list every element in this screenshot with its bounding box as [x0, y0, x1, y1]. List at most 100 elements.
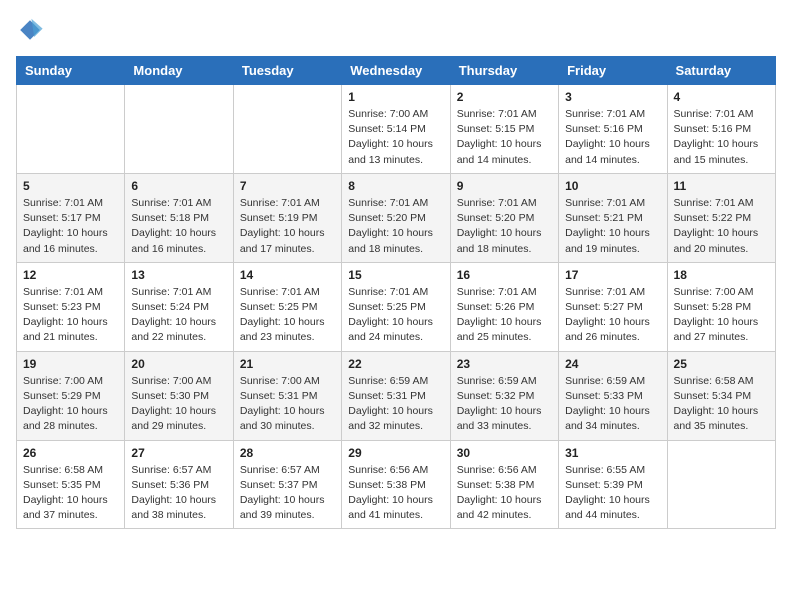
day-info: Sunrise: 6:59 AM Sunset: 5:33 PM Dayligh… — [565, 374, 660, 435]
calendar-cell: 28 Sunrise: 6:57 AM Sunset: 5:37 PM Dayli… — [233, 440, 341, 529]
calendar-cell: 22 Sunrise: 6:59 AM Sunset: 5:31 PM Dayli… — [342, 351, 450, 440]
day-info: Sunrise: 6:59 AM Sunset: 5:31 PM Dayligh… — [348, 374, 443, 435]
day-number: 23 — [457, 357, 552, 371]
day-number: 24 — [565, 357, 660, 371]
calendar-cell: 8 Sunrise: 7:01 AM Sunset: 5:20 PM Daylig… — [342, 173, 450, 262]
day-info: Sunrise: 7:01 AM Sunset: 5:23 PM Dayligh… — [23, 285, 118, 346]
calendar-cell: 24 Sunrise: 6:59 AM Sunset: 5:33 PM Dayli… — [559, 351, 667, 440]
calendar-week-row: 19Sunrise: 7:00 AM Sunset: 5:29 PM Dayli… — [17, 351, 776, 440]
day-info: Sunrise: 7:01 AM Sunset: 5:18 PM Dayligh… — [131, 196, 226, 257]
day-number: 27 — [131, 446, 226, 460]
calendar-week-row: 1 Sunrise: 7:00 AM Sunset: 5:14 PM Daylig… — [17, 85, 776, 174]
calendar-cell: 18 Sunrise: 7:00 AM Sunset: 5:28 PM Dayli… — [667, 262, 775, 351]
day-info: Sunrise: 7:01 AM Sunset: 5:19 PM Dayligh… — [240, 196, 335, 257]
day-number: 4 — [674, 90, 769, 104]
calendar-cell: 11 Sunrise: 7:01 AM Sunset: 5:22 PM Dayli… — [667, 173, 775, 262]
day-info: Sunrise: 7:01 AM Sunset: 5:25 PM Dayligh… — [348, 285, 443, 346]
day-number: 1 — [348, 90, 443, 104]
calendar-header-cell: Thursday — [450, 57, 558, 85]
day-info: Sunrise: 7:01 AM Sunset: 5:20 PM Dayligh… — [457, 196, 552, 257]
calendar-cell: 1 Sunrise: 7:00 AM Sunset: 5:14 PM Daylig… — [342, 85, 450, 174]
day-info: Sunrise: 7:00 AM Sunset: 5:29 PM Dayligh… — [23, 374, 118, 435]
day-info: Sunrise: 7:01 AM Sunset: 5:16 PM Dayligh… — [565, 107, 660, 168]
calendar-cell: 4 Sunrise: 7:01 AM Sunset: 5:16 PM Daylig… — [667, 85, 775, 174]
calendar-cell: 20 Sunrise: 7:00 AM Sunset: 5:30 PM Dayli… — [125, 351, 233, 440]
day-info: Sunrise: 6:56 AM Sunset: 5:38 PM Dayligh… — [457, 463, 552, 524]
day-number: 20 — [131, 357, 226, 371]
calendar-cell: 13 Sunrise: 7:01 AM Sunset: 5:24 PM Dayli… — [125, 262, 233, 351]
calendar-cell — [233, 85, 341, 174]
calendar-week-row: 5 Sunrise: 7:01 AM Sunset: 5:17 PM Daylig… — [17, 173, 776, 262]
day-number: 5 — [23, 179, 118, 193]
day-number: 26 — [23, 446, 118, 460]
day-number: 30 — [457, 446, 552, 460]
calendar-cell: 5 Sunrise: 7:01 AM Sunset: 5:17 PM Daylig… — [17, 173, 125, 262]
day-number: 7 — [240, 179, 335, 193]
day-number: 11 — [674, 179, 769, 193]
calendar-header-cell: Monday — [125, 57, 233, 85]
calendar-cell — [667, 440, 775, 529]
day-info: Sunrise: 7:01 AM Sunset: 5:25 PM Dayligh… — [240, 285, 335, 346]
calendar-body: 1 Sunrise: 7:00 AM Sunset: 5:14 PM Daylig… — [17, 85, 776, 529]
day-number: 14 — [240, 268, 335, 282]
day-info: Sunrise: 6:56 AM Sunset: 5:38 PM Dayligh… — [348, 463, 443, 524]
day-number: 12 — [23, 268, 118, 282]
day-info: Sunrise: 7:01 AM Sunset: 5:22 PM Dayligh… — [674, 196, 769, 257]
day-number: 16 — [457, 268, 552, 282]
calendar-week-row: 26Sunrise: 6:58 AM Sunset: 5:35 PM Dayli… — [17, 440, 776, 529]
calendar-header-cell: Wednesday — [342, 57, 450, 85]
day-number: 3 — [565, 90, 660, 104]
calendar-cell: 19Sunrise: 7:00 AM Sunset: 5:29 PM Dayli… — [17, 351, 125, 440]
calendar-cell: 14 Sunrise: 7:01 AM Sunset: 5:25 PM Dayli… — [233, 262, 341, 351]
calendar-cell: 3 Sunrise: 7:01 AM Sunset: 5:16 PM Daylig… — [559, 85, 667, 174]
calendar-week-row: 12 Sunrise: 7:01 AM Sunset: 5:23 PM Dayli… — [17, 262, 776, 351]
day-number: 8 — [348, 179, 443, 193]
day-number: 17 — [565, 268, 660, 282]
day-info: Sunrise: 7:01 AM Sunset: 5:17 PM Dayligh… — [23, 196, 118, 257]
day-info: Sunrise: 7:00 AM Sunset: 5:14 PM Dayligh… — [348, 107, 443, 168]
day-number: 2 — [457, 90, 552, 104]
calendar-cell — [17, 85, 125, 174]
calendar-cell: 12 Sunrise: 7:01 AM Sunset: 5:23 PM Dayli… — [17, 262, 125, 351]
day-number: 10 — [565, 179, 660, 193]
calendar-cell: 9 Sunrise: 7:01 AM Sunset: 5:20 PM Daylig… — [450, 173, 558, 262]
calendar-cell: 6 Sunrise: 7:01 AM Sunset: 5:18 PM Daylig… — [125, 173, 233, 262]
day-info: Sunrise: 7:01 AM Sunset: 5:27 PM Dayligh… — [565, 285, 660, 346]
day-info: Sunrise: 7:01 AM Sunset: 5:15 PM Dayligh… — [457, 107, 552, 168]
day-info: Sunrise: 6:59 AM Sunset: 5:32 PM Dayligh… — [457, 374, 552, 435]
calendar-cell: 29Sunrise: 6:56 AM Sunset: 5:38 PM Dayli… — [342, 440, 450, 529]
calendar-cell: 30 Sunrise: 6:56 AM Sunset: 5:38 PM Dayli… — [450, 440, 558, 529]
calendar-cell: 17 Sunrise: 7:01 AM Sunset: 5:27 PM Dayli… — [559, 262, 667, 351]
day-info: Sunrise: 6:55 AM Sunset: 5:39 PM Dayligh… — [565, 463, 660, 524]
day-info: Sunrise: 7:01 AM Sunset: 5:21 PM Dayligh… — [565, 196, 660, 257]
calendar-header-cell: Saturday — [667, 57, 775, 85]
day-number: 31 — [565, 446, 660, 460]
day-info: Sunrise: 7:00 AM Sunset: 5:30 PM Dayligh… — [131, 374, 226, 435]
calendar-header-cell: Tuesday — [233, 57, 341, 85]
calendar-cell — [125, 85, 233, 174]
calendar-header-cell: Friday — [559, 57, 667, 85]
day-number: 21 — [240, 357, 335, 371]
day-number: 28 — [240, 446, 335, 460]
day-info: Sunrise: 7:01 AM Sunset: 5:20 PM Dayligh… — [348, 196, 443, 257]
day-info: Sunrise: 6:57 AM Sunset: 5:37 PM Dayligh… — [240, 463, 335, 524]
calendar-cell: 31 Sunrise: 6:55 AM Sunset: 5:39 PM Dayli… — [559, 440, 667, 529]
day-info: Sunrise: 7:00 AM Sunset: 5:28 PM Dayligh… — [674, 285, 769, 346]
logo — [16, 16, 48, 44]
day-number: 25 — [674, 357, 769, 371]
calendar-cell: 25Sunrise: 6:58 AM Sunset: 5:34 PM Dayli… — [667, 351, 775, 440]
day-number: 18 — [674, 268, 769, 282]
day-number: 22 — [348, 357, 443, 371]
day-info: Sunrise: 7:01 AM Sunset: 5:16 PM Dayligh… — [674, 107, 769, 168]
day-number: 6 — [131, 179, 226, 193]
day-number: 13 — [131, 268, 226, 282]
day-info: Sunrise: 7:00 AM Sunset: 5:31 PM Dayligh… — [240, 374, 335, 435]
day-info: Sunrise: 6:57 AM Sunset: 5:36 PM Dayligh… — [131, 463, 226, 524]
day-number: 9 — [457, 179, 552, 193]
calendar-cell: 10 Sunrise: 7:01 AM Sunset: 5:21 PM Dayli… — [559, 173, 667, 262]
day-info: Sunrise: 7:01 AM Sunset: 5:24 PM Dayligh… — [131, 285, 226, 346]
calendar-cell: 23 Sunrise: 6:59 AM Sunset: 5:32 PM Dayli… — [450, 351, 558, 440]
calendar-cell: 2 Sunrise: 7:01 AM Sunset: 5:15 PM Daylig… — [450, 85, 558, 174]
calendar-cell: 26Sunrise: 6:58 AM Sunset: 5:35 PM Dayli… — [17, 440, 125, 529]
calendar-cell: 27 Sunrise: 6:57 AM Sunset: 5:36 PM Dayli… — [125, 440, 233, 529]
